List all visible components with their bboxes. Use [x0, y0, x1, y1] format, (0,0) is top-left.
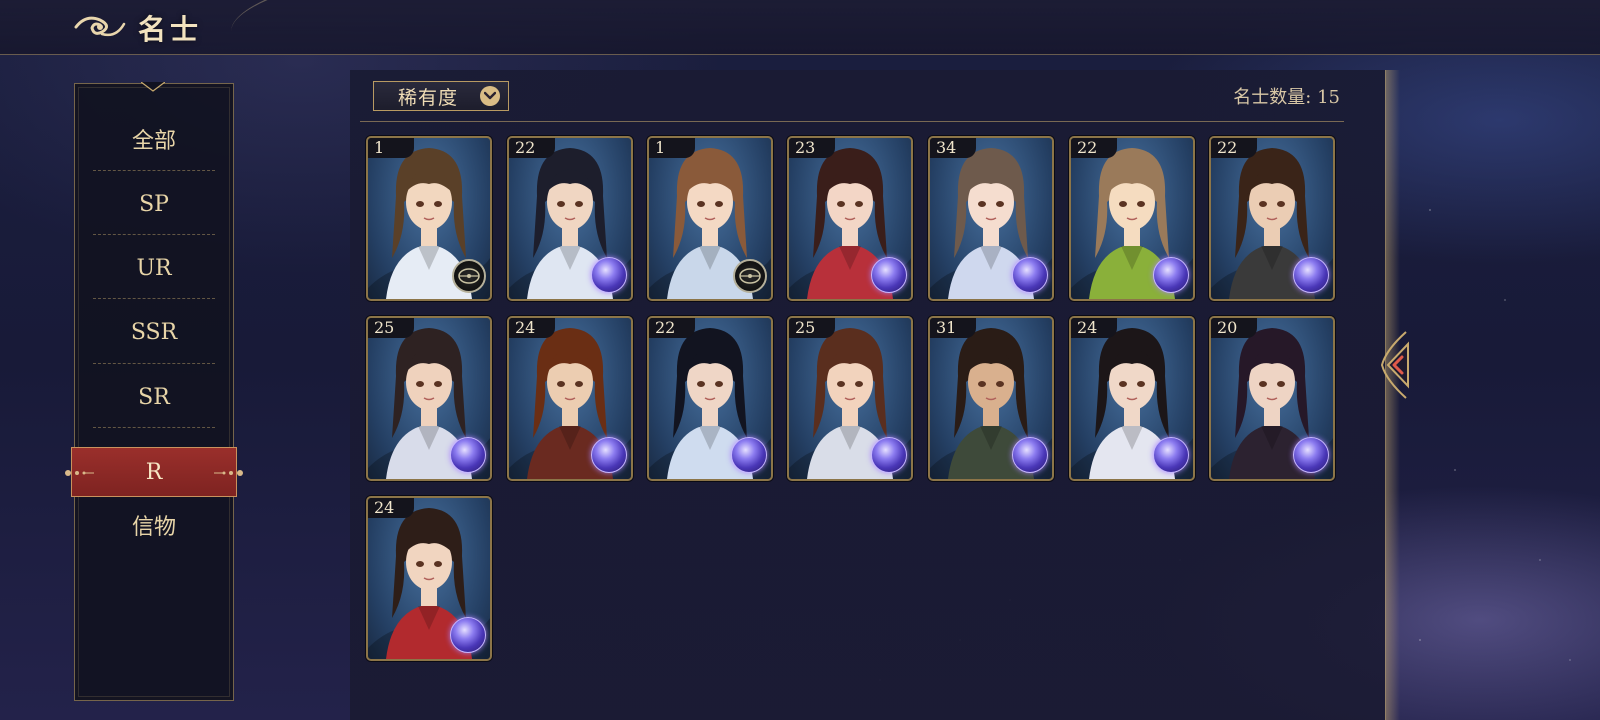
card-level: 22 — [649, 318, 695, 338]
orb-icon — [591, 257, 627, 293]
orb-icon — [450, 437, 486, 473]
orb-icon — [1293, 257, 1329, 293]
card-level: 1 — [368, 138, 414, 158]
card-level: 23 — [789, 138, 835, 158]
orb-icon — [1153, 437, 1189, 473]
card-level: 25 — [789, 318, 835, 338]
character-card[interactable]: 22 — [1069, 136, 1195, 301]
character-card[interactable]: 25 — [366, 316, 492, 481]
category-panel: 全部 SP UR SSR SR R 信物 — [65, 82, 243, 701]
card-level: 1 — [649, 138, 695, 158]
dots-ornament-icon — [65, 470, 94, 476]
orb-icon — [1153, 257, 1189, 293]
character-card[interactable]: 1 — [366, 136, 492, 301]
character-card[interactable]: 22 — [1209, 136, 1335, 301]
rarity-dropdown-label: 稀有度 — [398, 86, 459, 109]
card-level: 22 — [1071, 138, 1117, 158]
page-title: 名士 — [138, 13, 203, 46]
card-level: 22 — [509, 138, 555, 158]
character-card[interactable]: 31 — [928, 316, 1054, 481]
card-level: 24 — [368, 498, 414, 518]
character-count: 名士数量: 15 — [1233, 87, 1340, 108]
orb-icon — [871, 257, 907, 293]
card-level: 24 — [1071, 318, 1117, 338]
orb-icon — [1293, 437, 1329, 473]
orb-icon — [871, 437, 907, 473]
character-card[interactable]: 24 — [1069, 316, 1195, 481]
category-ssr[interactable]: SSR — [93, 304, 215, 360]
compass-icon — [733, 259, 767, 293]
category-divider — [93, 298, 215, 299]
compass-icon — [452, 259, 486, 293]
chevron-down-icon — [480, 86, 500, 106]
filter-divider — [360, 121, 1344, 122]
category-r-label: R — [145, 459, 163, 485]
dots-ornament-icon — [214, 470, 243, 476]
category-ur[interactable]: UR — [93, 240, 215, 296]
category-sp[interactable]: SP — [93, 176, 215, 232]
category-divider — [93, 363, 215, 364]
app-root: 名士 全部 SP UR SSR SR R 信物 稀有度 名士数量: 15 1 2… — [0, 0, 1600, 720]
orb-icon — [591, 437, 627, 473]
orb-icon — [731, 437, 767, 473]
header-bar: 名士 — [0, 0, 1600, 73]
chevron-left-icon[interactable] — [1378, 330, 1412, 400]
character-card[interactable]: 34 — [928, 136, 1054, 301]
rarity-dropdown[interactable]: 稀有度 — [373, 81, 509, 111]
card-level: 31 — [930, 318, 976, 338]
category-all[interactable]: 全部 — [93, 111, 215, 167]
category-r[interactable]: R — [65, 447, 243, 497]
character-card[interactable]: 24 — [507, 316, 633, 481]
character-card[interactable]: 23 — [787, 136, 913, 301]
category-divider — [93, 170, 215, 171]
orb-icon — [450, 617, 486, 653]
orb-icon — [1012, 437, 1048, 473]
character-card[interactable]: 25 — [787, 316, 913, 481]
card-level: 20 — [1211, 318, 1257, 338]
category-token[interactable]: 信物 — [93, 497, 215, 553]
character-card[interactable]: 22 — [647, 316, 773, 481]
card-level: 34 — [930, 138, 976, 158]
character-card[interactable]: 1 — [647, 136, 773, 301]
category-divider — [93, 427, 215, 428]
cloud-swirl-back-icon[interactable] — [72, 10, 128, 44]
panel-notch-decoration — [141, 82, 165, 92]
category-divider — [93, 234, 215, 235]
orb-icon — [1012, 257, 1048, 293]
character-card[interactable]: 24 — [366, 496, 492, 661]
category-sr[interactable]: SR — [93, 369, 215, 425]
character-card[interactable]: 22 — [507, 136, 633, 301]
card-level: 22 — [1211, 138, 1257, 158]
card-level: 25 — [368, 318, 414, 338]
character-card[interactable]: 20 — [1209, 316, 1335, 481]
card-level: 24 — [509, 318, 555, 338]
